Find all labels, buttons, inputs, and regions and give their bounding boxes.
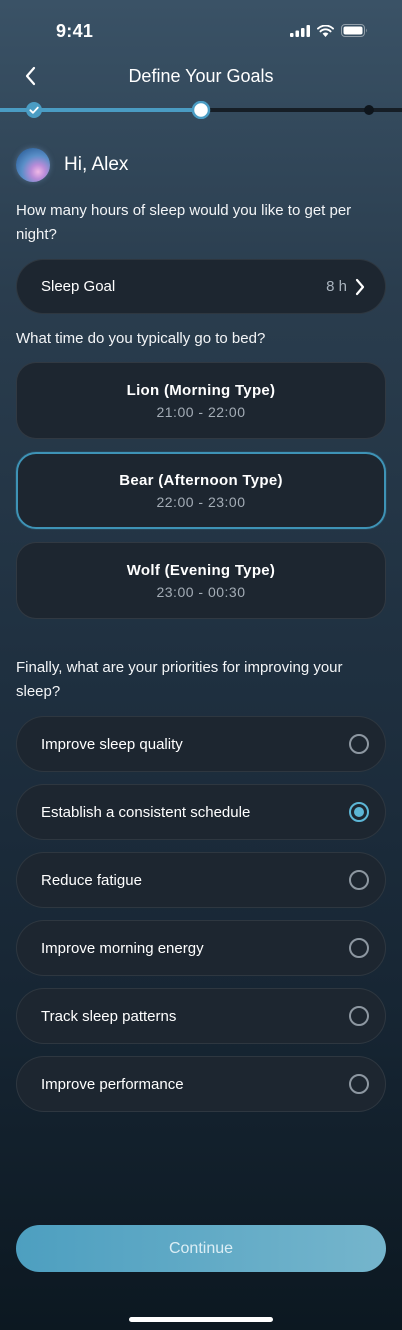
priority-label: Improve performance [41, 1075, 184, 1093]
sleep-goal-value: 8 h [326, 278, 347, 295]
radio-button[interactable] [349, 938, 369, 958]
priority-option-performance[interactable]: Improve performance [16, 1056, 386, 1112]
priority-label: Improve sleep quality [41, 735, 183, 753]
page-title: Define Your Goals [128, 66, 274, 86]
priority-option-sleep-quality[interactable]: Improve sleep quality [16, 716, 386, 772]
priorities-question: Finally, what are your priorities for im… [16, 659, 343, 700]
chronotype-title: Lion (Morning Type) [126, 382, 276, 399]
cellular-signal-icon [290, 24, 310, 37]
continue-button[interactable]: Continue [16, 1225, 386, 1272]
bedtime-question: What time do you typically go to bed? [16, 330, 266, 347]
sleep-hours-question: How many hours of sleep would you like t… [16, 202, 352, 243]
battery-icon [341, 24, 367, 37]
greeting-text: Hi, Alex [64, 154, 129, 175]
chronotype-option-lion[interactable]: Lion (Morning Type) 21:00 - 22:00 [16, 362, 386, 439]
radio-button-selected[interactable] [349, 802, 369, 822]
progress-step-3 [364, 105, 374, 115]
priority-option-consistent-schedule[interactable]: Establish a consistent schedule [16, 784, 386, 840]
wifi-icon [317, 24, 334, 37]
chronotype-title: Wolf (Evening Type) [126, 562, 276, 579]
radio-dot [354, 807, 364, 817]
avatar [16, 148, 50, 182]
status-bar: 9:41 [0, 0, 402, 60]
priority-label: Reduce fatigue [41, 871, 142, 889]
nav-bar: Define Your Goals [0, 56, 402, 96]
radio-button[interactable] [349, 734, 369, 754]
progress-step-2 [191, 101, 211, 119]
chronotype-title: Bear (Afternoon Type) [119, 472, 283, 489]
priority-label: Track sleep patterns [41, 1007, 177, 1025]
radio-button[interactable] [349, 1006, 369, 1026]
chronotype-time: 21:00 - 22:00 [156, 404, 246, 420]
progress-step-1 [26, 102, 42, 118]
priority-label: Establish a consistent schedule [41, 803, 251, 821]
status-time: 9:41 [56, 21, 94, 41]
chronotype-option-bear[interactable]: Bear (Afternoon Type) 22:00 - 23:00 [16, 452, 386, 529]
sleep-goal-selector[interactable]: Sleep Goal 8 h [16, 259, 386, 314]
radio-button[interactable] [349, 870, 369, 890]
chronotype-time: 22:00 - 23:00 [156, 494, 246, 510]
chevron-right-icon [355, 278, 365, 295]
chronotype-option-wolf[interactable]: Wolf (Evening Type) 23:00 - 00:30 [16, 542, 386, 619]
sleep-goal-label: Sleep Goal [41, 278, 116, 295]
greeting: Hi, Alex [16, 148, 128, 182]
priority-option-morning-energy[interactable]: Improve morning energy [16, 920, 386, 976]
priority-label: Improve morning energy [41, 939, 204, 957]
status-icons [290, 24, 368, 37]
home-indicator [129, 1317, 273, 1322]
radio-button[interactable] [349, 1074, 369, 1094]
priority-option-track-patterns[interactable]: Track sleep patterns [16, 988, 386, 1044]
progress-stepper [0, 101, 402, 119]
priority-option-reduce-fatigue[interactable]: Reduce fatigue [16, 852, 386, 908]
chronotype-time: 23:00 - 00:30 [156, 584, 246, 600]
